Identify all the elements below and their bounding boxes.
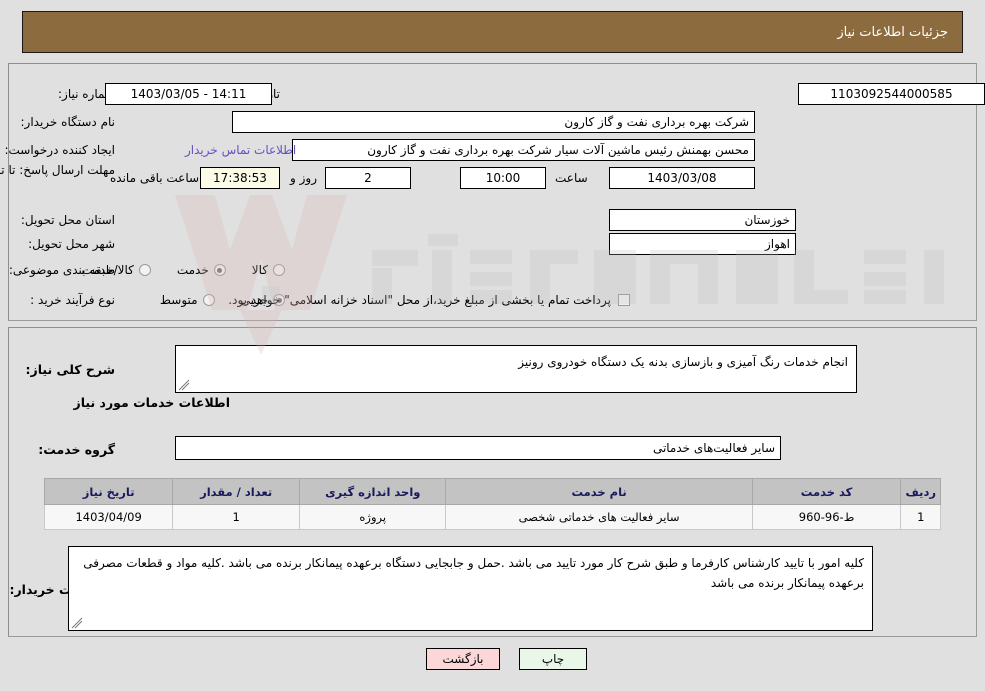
buyer-notes-textarea[interactable]: کلیه امور با تایید کارشناس کارفرما و طبق… (68, 546, 873, 631)
column-header-radif: ردیف (900, 478, 941, 505)
services-section-title: اطلاعات خدمات مورد نیاز (73, 395, 231, 410)
requester-field-row: محسن بهمنش رئیس ماشین آلات سیار شرکت بهر… (292, 138, 755, 162)
remaining-time-label: ساعت باقی مانده (110, 171, 200, 185)
treasury-checkbox-row[interactable]: پرداخت تمام یا بخشی از مبلغ خرید،از محل … (228, 288, 630, 312)
category-option-khedmat[interactable]: خدمت (177, 263, 226, 277)
remaining-time-row: 17:38:53 (200, 166, 280, 190)
category-option-kala[interactable]: کالا (252, 263, 285, 277)
province-field-row: خوزستان (609, 208, 796, 232)
radio-icon-kala-khedmat[interactable] (138, 264, 151, 276)
radio-icon-khedmat[interactable] (213, 264, 226, 276)
radio-icon-kala[interactable] (273, 264, 285, 276)
requester-label: ایجاد کننده درخواست: (4, 142, 115, 157)
city-label-row: شهر محل تحویل: (28, 232, 115, 256)
cell-unit: پروژه (299, 504, 447, 530)
page-root: جزئیات اطلاعات نیاز شماره نیاز: 11030925… (0, 0, 985, 691)
cell-radif: 1 (900, 504, 941, 530)
services-table: ردیف کد خدمت نام خدمت واحد اندازه گیری ت… (43, 478, 941, 530)
column-header-name: نام خدمت (445, 478, 753, 505)
buyer-org-label: نام دستگاه خریدار: (20, 114, 116, 129)
category-radio-row: کالا خدمت کالا/خدمت (82, 258, 285, 282)
buyer-org-label-row: نام دستگاه خریدار: (21, 110, 116, 134)
city-field-row: اهواز (609, 232, 796, 256)
remaining-time-field[interactable]: 17:38:53 (200, 167, 280, 189)
deadline-date-field[interactable]: 1403/03/08 (609, 167, 755, 189)
cell-date: 1403/04/09 (43, 504, 174, 530)
general-desc-textarea[interactable]: انجام خدمات رنگ آمیزی و بازسازی بدنه یک … (175, 345, 857, 393)
announce-datetime-field-row: 1403/03/05 - 14:11 (105, 82, 272, 106)
remaining-days-label-row: روز و (290, 166, 317, 190)
resize-grip-icon (178, 379, 190, 391)
service-group-field[interactable]: سایر فعالیت‌های خدماتی (175, 436, 781, 460)
column-header-unit: واحد اندازه گیری (299, 478, 447, 505)
announce-datetime-field[interactable]: 1403/03/05 - 14:11 (105, 83, 272, 105)
category-option-kala-label: کالا (251, 263, 268, 277)
page-header: جزئیات اطلاعات نیاز (22, 11, 963, 53)
category-option-kala-khedmat[interactable]: کالا/خدمت (82, 263, 151, 277)
deadline-hour-row: 10:00 (460, 166, 546, 190)
print-button[interactable]: چاپ (519, 648, 587, 670)
buyer-notes-value: کلیه امور با تایید کارشناس کارفرما و طبق… (83, 556, 864, 590)
buyer-contact-link-row: اطلاعات تماس خریدار (185, 138, 296, 162)
need-number-field-row: 1103092544000585 (609, 82, 985, 106)
deadline-hour-label-row: ساعت (555, 166, 588, 190)
province-field[interactable]: خوزستان (609, 209, 796, 231)
city-label: شهر محل تحویل: (28, 236, 115, 251)
buyer-contact-link[interactable]: اطلاعات تماس خریدار (185, 143, 296, 157)
general-desc-value: انجام خدمات رنگ آمیزی و بازسازی بدنه یک … (518, 355, 848, 369)
buyer-org-field[interactable]: شرکت بهره برداری نفت و گاز کارون (232, 111, 755, 133)
remaining-days-row: 2 (325, 166, 411, 190)
column-header-date: تاریخ نیاز (43, 478, 174, 505)
page-title: جزئیات اطلاعات نیاز (837, 24, 948, 40)
category-option-kala-khedmat-label: کالا/خدمت (81, 263, 134, 277)
back-button[interactable]: بازگشت (426, 648, 500, 670)
radio-icon-motevaset[interactable] (202, 294, 215, 306)
service-group-field-row: سایر فعالیت‌های خدماتی (175, 436, 781, 460)
cell-qty: 1 (172, 504, 301, 530)
province-label-row: استان محل تحویل: (21, 208, 115, 232)
remaining-days-field[interactable]: 2 (325, 167, 411, 189)
process-label-row: نوع فرآیند خرید : (30, 288, 115, 312)
column-header-qty: تعداد / مقدار (172, 478, 301, 505)
remaining-days-label: روز و (290, 171, 317, 185)
process-option-motevaset[interactable]: متوسط (160, 293, 215, 307)
deadline-label-row: مهلت ارسال پاسخ: تا تاریخ: (0, 163, 115, 199)
category-option-khedmat-label: خدمت (176, 263, 209, 277)
deadline-label: مهلت ارسال پاسخ: تا تاریخ: (0, 163, 115, 177)
column-header-code: کد خدمت (751, 478, 902, 505)
city-field[interactable]: اهواز (609, 233, 796, 255)
resize-grip-icon-notes (71, 617, 83, 629)
deadline-date-row: 1403/03/08 (609, 166, 755, 190)
general-desc-label-row: شرح کلی نیاز: (26, 358, 115, 382)
process-label: نوع فرآیند خرید : (30, 292, 115, 307)
cell-code: ط-96-960 (751, 504, 902, 530)
treasury-checkbox-label: پرداخت تمام یا بخشی از مبلغ خرید،از محل … (228, 293, 611, 307)
need-number-field[interactable]: 1103092544000585 (798, 83, 985, 105)
treasury-checkbox-icon[interactable] (618, 294, 630, 306)
general-desc-label: شرح کلی نیاز: (25, 362, 115, 378)
province-label: استان محل تحویل: (20, 212, 115, 227)
requester-field[interactable]: محسن بهمنش رئیس ماشین آلات سیار شرکت بهر… (292, 139, 755, 161)
deadline-hour-label: ساعت (555, 171, 588, 185)
service-group-label-row: گروه خدمت: (38, 438, 115, 462)
table-row[interactable]: 1 ط-96-960 سایر فعالیت های خدماتی شخصی پ… (43, 504, 941, 530)
table-header-row: ردیف کد خدمت نام خدمت واحد اندازه گیری ت… (43, 478, 941, 505)
deadline-hour-field[interactable]: 10:00 (460, 167, 546, 189)
buyer-org-field-row: شرکت بهره برداری نفت و گاز کارون (232, 110, 755, 134)
service-group-label: گروه خدمت: (38, 442, 115, 458)
process-option-motevaset-label: متوسط (159, 293, 198, 307)
cell-name: سایر فعالیت های خدماتی شخصی (445, 504, 753, 530)
requester-label-row: ایجاد کننده درخواست: (4, 138, 115, 162)
remaining-time-label-row: ساعت باقی مانده (110, 166, 199, 190)
